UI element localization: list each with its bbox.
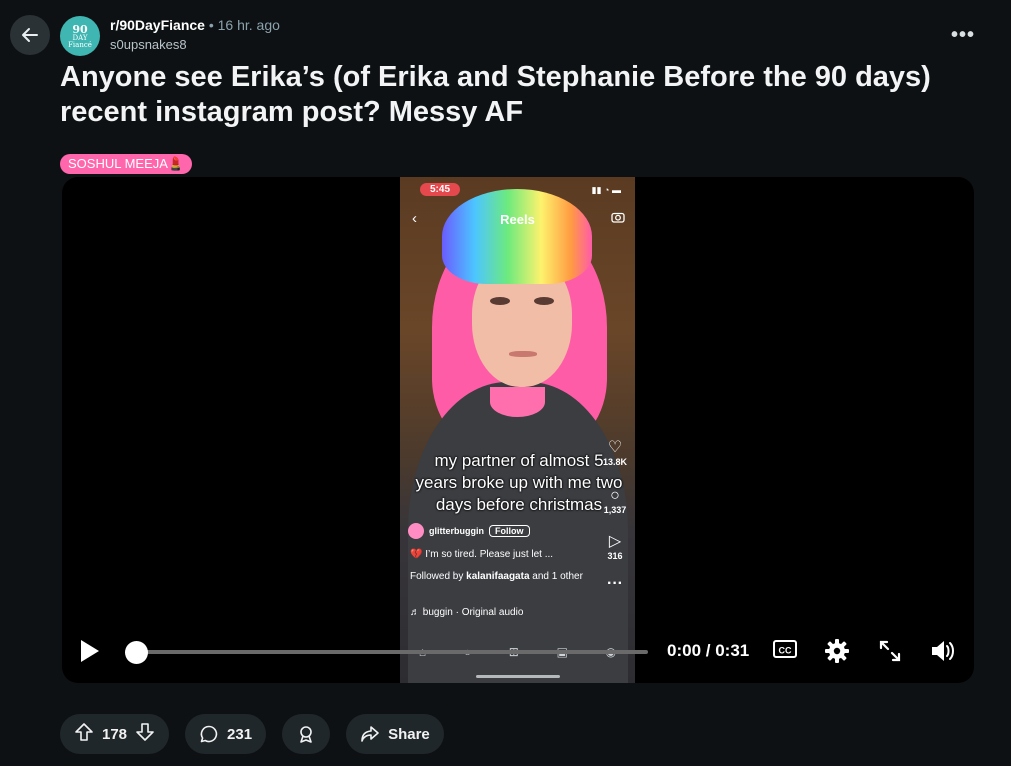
arrow-left-icon	[22, 28, 38, 42]
cc-icon: CC	[773, 640, 797, 658]
paper-plane-icon: ▷	[608, 533, 622, 550]
award-button[interactable]	[282, 714, 331, 754]
reel-share: ▷ 316	[598, 533, 632, 561]
comment-bubble-icon	[200, 725, 218, 743]
ellipsis-icon: •••	[950, 24, 975, 46]
reel-post-text: 💔 I’m so tired. Please just let ...	[410, 549, 554, 560]
post-timestamp: 16 hr. ago	[217, 17, 280, 33]
ellipsis-icon: ···	[607, 575, 623, 592]
speaker-icon	[932, 641, 954, 661]
duration: 0:31	[715, 641, 750, 660]
volume-button[interactable]	[929, 638, 957, 669]
downvote-button[interactable]	[135, 722, 155, 746]
comment-count: 231	[227, 725, 253, 743]
heart-icon: ♡	[607, 439, 623, 456]
fullscreen-button[interactable]	[877, 638, 903, 669]
reel-person-collar	[490, 387, 545, 417]
award-icon	[300, 726, 312, 743]
reel-person-eye	[490, 297, 510, 305]
reel-more: ···	[598, 575, 632, 593]
vote-count: 178	[102, 725, 128, 743]
followed-by-user: kalanifaagata	[466, 571, 530, 582]
vote-control: 178	[60, 714, 170, 754]
reel-follow-button: Follow	[489, 525, 530, 537]
reel-share-count: 316	[607, 551, 623, 561]
subreddit-link[interactable]: r/90DayFiance	[110, 17, 205, 33]
avatar-text: 90	[72, 22, 88, 36]
reel-audio: ♬ buggin · Original audio	[410, 607, 524, 618]
upvote-arrow-icon	[75, 723, 93, 741]
reel-person-rainbow-bangs	[442, 189, 592, 284]
current-time: 0:00	[667, 641, 702, 660]
comment-bubble-icon: ○	[610, 487, 620, 504]
cc-label: CC	[779, 646, 792, 656]
reel-comment: ○ 1,337	[598, 487, 632, 515]
progress-track[interactable]	[136, 650, 648, 654]
reel-like: ♡ 13.8K	[598, 439, 632, 467]
reel-person-eye	[534, 297, 554, 305]
subreddit-avatar[interactable]: 90 DAY Fiancé	[60, 16, 100, 56]
progress-knob[interactable]	[124, 641, 148, 664]
signal-wifi-battery-icon: ▮▮ ◔ ▬	[591, 185, 621, 195]
post-flair[interactable]: SOSHUL MEEJA💄	[60, 154, 193, 174]
post-meta: r/90DayFiance • 16 hr. ago	[110, 17, 280, 33]
downvote-arrow-icon	[136, 723, 154, 741]
reel-screenshot: 5:45 ▮▮ ◔ ▬ ‹ Reels my partner of almost…	[400, 177, 635, 683]
camera-icon	[611, 210, 625, 228]
settings-button[interactable]	[824, 638, 850, 669]
expand-icon	[879, 640, 901, 662]
followed-by-suffix: and 1 other	[532, 571, 583, 582]
playback-time: 0:00 / 0:31	[667, 641, 749, 661]
reel-person-mouth	[509, 351, 537, 357]
phone-home-indicator	[476, 675, 560, 678]
author-link[interactable]: s0upsnakes8	[110, 37, 187, 52]
captions-button[interactable]: CC	[772, 638, 798, 665]
share-label: Share	[388, 725, 430, 743]
back-button[interactable]	[10, 15, 50, 55]
post-action-bar: 178 231 Share	[60, 714, 444, 754]
reel-comment-count: 1,337	[603, 505, 627, 515]
avatar-text: Fiancé	[68, 40, 92, 49]
play-button[interactable]	[78, 638, 102, 669]
comments-button[interactable]: 231	[185, 714, 267, 754]
video-player[interactable]: 5:45 ▮▮ ◔ ▬ ‹ Reels my partner of almost…	[62, 177, 974, 683]
more-options-button[interactable]: •••	[951, 24, 975, 47]
reel-like-count: 13.8K	[602, 457, 628, 467]
reel-followed-by: Followed by kalanifaagata and 1 other	[410, 571, 595, 583]
post-title: Anyone see Erika’s (of Erika and Stephan…	[60, 61, 931, 128]
video-controls: 0:00 / 0:31 CC	[62, 630, 974, 670]
share-button[interactable]: Share	[346, 714, 444, 754]
reel-user: glitterbuggin Follow	[408, 523, 530, 539]
upvote-button[interactable]	[74, 722, 94, 746]
gear-icon	[825, 639, 849, 663]
reel-username: glitterbuggin	[429, 526, 484, 536]
followed-by-prefix: Followed by	[410, 571, 464, 582]
reel-user-avatar	[408, 523, 424, 539]
reel-caption: my partner of almost 5 years broke up wi…	[415, 451, 623, 514]
share-arrow-icon	[361, 726, 379, 742]
phone-status-bar: 5:45 ▮▮ ◔ ▬	[400, 183, 635, 197]
play-icon	[81, 640, 99, 662]
time-separator: /	[701, 641, 716, 660]
reels-title: Reels	[500, 212, 535, 227]
meta-separator: •	[208, 17, 214, 33]
phone-clock: 5:45	[420, 183, 461, 196]
